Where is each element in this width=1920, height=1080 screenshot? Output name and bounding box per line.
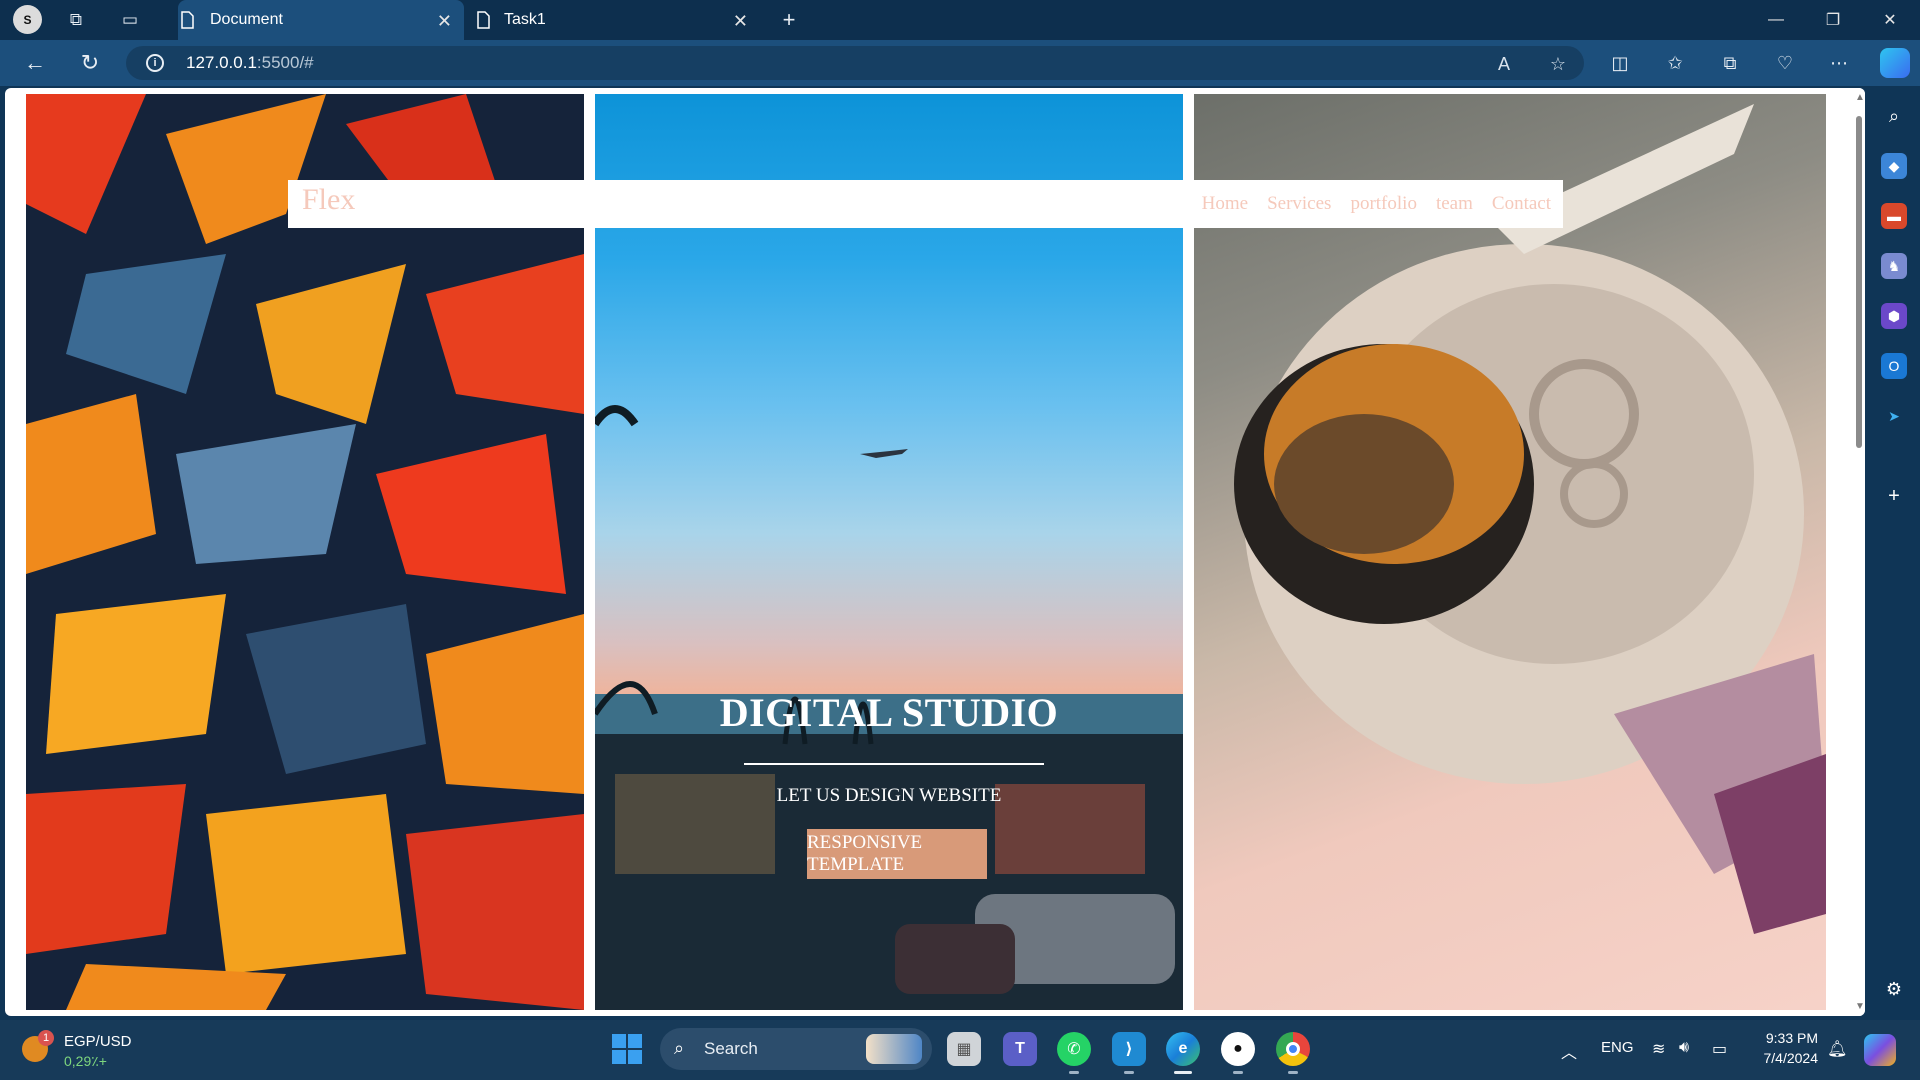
document-icon (477, 11, 490, 29)
windows-start-icon[interactable] (612, 1034, 642, 1064)
whatsapp-icon[interactable]: ✆ (1057, 1032, 1091, 1074)
games-icon[interactable]: ♞ (1881, 253, 1907, 279)
settings-gear-icon[interactable]: ⚙ (1881, 976, 1907, 1002)
favorites-icon[interactable]: ✩ (1662, 51, 1688, 75)
nav-link-home[interactable]: Home (1202, 193, 1248, 215)
vertical-tabs-icon[interactable]: ▭ (117, 7, 143, 33)
send-icon[interactable]: ➤ (1881, 403, 1907, 429)
tab-label: Document (210, 11, 283, 28)
outlook-icon[interactable]: O (1881, 353, 1907, 379)
nav-link-team[interactable]: team (1436, 193, 1473, 215)
close-icon[interactable]: ✕ (733, 11, 748, 32)
browser-tab-bar: S ⧉ ▭ Document ✕ Task1 ✕ + — ❐ ✕ (0, 0, 1920, 40)
teams-icon[interactable]: T (1003, 1032, 1037, 1066)
wifi-icon[interactable]: ≋ (1652, 1039, 1665, 1059)
windows-taskbar: 1 EGP/USD 0,29٪+ ⌕ Search ▦ T ✆ ⟩ e ● ︿ … (0, 1020, 1920, 1080)
volume-icon[interactable]: 🔊︎ (1679, 1039, 1689, 1057)
nav-link-portfolio[interactable]: portfolio (1350, 193, 1417, 215)
browser-essentials-icon[interactable]: ♡ (1772, 51, 1798, 75)
tab-document[interactable]: Document ✕ (178, 0, 464, 40)
language-indicator[interactable]: ENG (1601, 1039, 1634, 1056)
graffiti-image (26, 94, 584, 1010)
close-icon[interactable]: ✕ (437, 11, 452, 32)
tab-label: Task1 (504, 11, 546, 28)
split-screen-icon[interactable]: ◫ (1607, 51, 1633, 75)
address-bar: ← ↻ i 127.0.0.1:5500/# A ☆ ◫ ✩ ⧉ ♡ ⋯ (0, 40, 1920, 86)
tools-briefcase-icon[interactable]: ▬ (1881, 203, 1907, 229)
github-icon[interactable]: ● (1221, 1032, 1255, 1074)
copilot-taskbar-icon[interactable] (1864, 1034, 1896, 1066)
search-icon: ⌕ (674, 1038, 685, 1058)
search-highlight-art (866, 1034, 922, 1064)
battery-icon[interactable]: ▭ (1712, 1039, 1727, 1059)
astronaut-image (1194, 94, 1826, 1010)
page-viewport: Flex Home Services portfolio team Contac… (5, 88, 1865, 1016)
file-explorer-icon[interactable]: ▦ (947, 1032, 981, 1066)
nav-link-services[interactable]: Services (1267, 193, 1331, 215)
clock-date: 7/4/2024 (1763, 1050, 1819, 1066)
copilot-icon[interactable] (1880, 48, 1910, 78)
page-scrollbar[interactable]: ▲ ▼ (1853, 88, 1865, 1016)
restore-icon[interactable]: ❐ (1813, 6, 1853, 34)
collections-icon[interactable]: ⧉ (1717, 51, 1743, 75)
microsoft-365-icon[interactable]: ⬢ (1881, 303, 1907, 329)
search-label: Search (704, 1039, 758, 1058)
search-icon[interactable]: ⌕ (1881, 103, 1907, 129)
url-text[interactable]: 127.0.0.1:5500/# (186, 53, 314, 73)
favorite-star-icon[interactable]: ☆ (1546, 53, 1570, 75)
hero-subtitle: LET US DESIGN WEBSITE (776, 785, 1002, 806)
document-icon (181, 11, 194, 29)
scroll-down-icon[interactable]: ▼ (1855, 1001, 1865, 1012)
widget-title: EGP/USD (64, 1033, 132, 1050)
new-tab-icon[interactable]: + (776, 7, 802, 33)
close-window-icon[interactable]: ✕ (1870, 6, 1910, 34)
back-icon[interactable]: ← (20, 49, 50, 77)
tab-task1[interactable]: Task1 ✕ (474, 0, 760, 40)
edge-icon[interactable]: e (1166, 1032, 1200, 1074)
show-hidden-icons-chevron-icon[interactable]: ︿ (1561, 1039, 1577, 1063)
site-logo[interactable]: Flex (302, 183, 355, 217)
read-aloud-icon[interactable]: A (1492, 53, 1516, 75)
shopping-tag-icon[interactable]: ◆ (1881, 153, 1907, 179)
clock-time: 9:33 PM (1765, 1030, 1818, 1046)
notifications-bell-icon[interactable]: 🔔︎ (1827, 1039, 1847, 1059)
taskbar-search[interactable]: ⌕ Search (660, 1028, 932, 1070)
scroll-up-icon[interactable]: ▲ (1855, 92, 1865, 103)
minimize-icon[interactable]: — (1756, 6, 1796, 34)
system-clock[interactable]: 9:33 PM 7/4/2024 (1750, 1028, 1819, 1068)
edge-sidebar: ⌕ ◆ ▬ ♞ ⬢ O ➤ + ⚙ (1868, 86, 1920, 1016)
add-app-icon[interactable]: + (1881, 483, 1907, 509)
currency-widget[interactable]: 1 EGP/USD 0,29٪+ (22, 1028, 172, 1072)
scroll-thumb[interactable] (1856, 116, 1862, 448)
url-field[interactable]: i 127.0.0.1:5500/# A ☆ (126, 46, 1584, 80)
notification-badge: 1 (38, 1030, 54, 1046)
graffiti-artwork (26, 94, 584, 1010)
site-navbar: Flex Home Services portfolio team Contac… (288, 180, 1563, 228)
astronaut-artwork (1234, 104, 1826, 934)
hero-title: DIGITAL STUDIO (719, 690, 1059, 735)
hero-divider (744, 763, 1044, 765)
info-icon[interactable]: i (146, 54, 164, 72)
vscode-icon[interactable]: ⟩ (1112, 1032, 1146, 1074)
responsive-template-button[interactable]: RESPONSIVE TEMPLATE (807, 829, 987, 879)
refresh-icon[interactable]: ↻ (75, 49, 105, 77)
nav-links: Home Services portfolio team Contact (1202, 193, 1551, 215)
nav-link-contact[interactable]: Contact (1492, 193, 1551, 215)
more-options-icon[interactable]: ⋯ (1826, 51, 1852, 75)
profile-avatar[interactable]: S (13, 5, 42, 34)
widget-value: 0,29٪+ (64, 1053, 107, 1069)
chrome-icon[interactable] (1276, 1032, 1310, 1074)
workspaces-icon[interactable]: ⧉ (63, 7, 89, 33)
